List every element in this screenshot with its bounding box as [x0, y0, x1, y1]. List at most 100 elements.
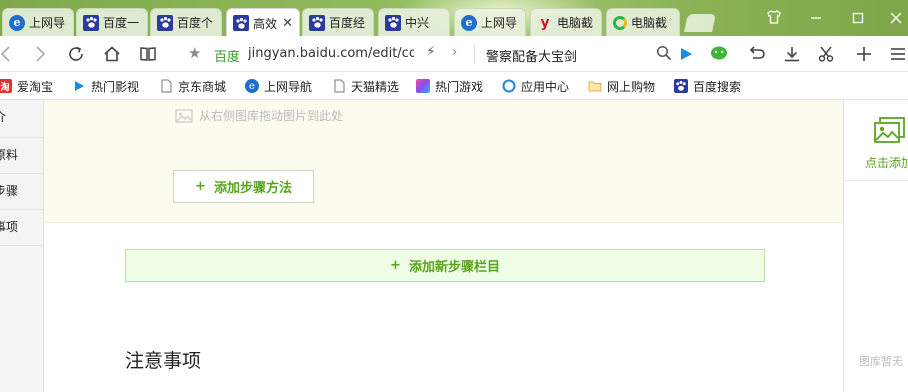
nav-item-intro[interactable]: 介: [0, 100, 43, 138]
image-drop-zone[interactable]: 从右侧图库拖动图片到此处: [175, 107, 343, 124]
tab-title: 中兴: [405, 16, 430, 30]
notes-heading: 注意事项: [125, 350, 202, 372]
gallery-add-area[interactable]: 点击添加: [844, 100, 908, 181]
tab-title: 百度个: [177, 16, 214, 30]
tab-title: 百度经: [329, 16, 366, 30]
gallery-icon: [874, 117, 905, 143]
add-step-method-button[interactable]: + 添加步骤方法: [173, 170, 314, 203]
plus-icon: +: [195, 179, 206, 194]
play-icon: [72, 79, 86, 93]
scissors-icon[interactable]: [814, 42, 838, 66]
baidu-paw-icon: [83, 14, 99, 31]
tab-5[interactable]: 百度经: [302, 8, 374, 36]
add-method-label: 添加步骤方法: [213, 181, 292, 196]
bookmark-item[interactable]: 应用中心: [502, 78, 569, 94]
click-add-label: 点击添加: [865, 156, 908, 170]
bookmark-item[interactable]: 天猫精选: [332, 78, 399, 94]
search-icon[interactable]: [656, 45, 672, 64]
address-bar-url[interactable]: jingyan.baidu.com/edit/con: [248, 46, 414, 61]
forward-icon[interactable]: [28, 42, 52, 66]
wechat-icon[interactable]: [708, 42, 732, 66]
ie-icon: e: [9, 14, 25, 31]
add-step-label: 添加新步骤栏目: [408, 260, 500, 275]
baidu-paw-icon: [309, 14, 325, 31]
gallery-empty-label: 图库暂无: [859, 355, 903, 368]
bookmark-item[interactable]: e 上网导航: [245, 78, 312, 94]
tab-title: 电脑截: [631, 16, 668, 30]
tab-9[interactable]: 电脑截: [606, 8, 680, 36]
skin-shirt-icon[interactable]: [764, 9, 784, 29]
ie-icon: e: [461, 14, 477, 31]
baidu-paw-icon: [385, 14, 401, 31]
home-icon[interactable]: [100, 42, 124, 66]
tab-3[interactable]: 百度个: [150, 8, 222, 36]
bookmark-item[interactable]: 网上购物: [588, 78, 655, 94]
bookmark-label: 应用中心: [521, 79, 570, 94]
y-logo-icon: y: [540, 14, 550, 31]
lightning-icon[interactable]: ⚡: [426, 44, 436, 60]
close-window-icon[interactable]: [886, 9, 906, 29]
refresh-icon[interactable]: [64, 42, 88, 66]
app-center-icon: [502, 79, 516, 93]
green-circle-icon: [613, 15, 627, 30]
page-icon: [332, 79, 346, 93]
tab-8[interactable]: y 电脑截: [530, 8, 602, 36]
folder-icon: [588, 79, 602, 93]
bookmark-item[interactable]: 京东商城: [159, 78, 226, 94]
bookmark-item[interactable]: 百度搜索: [674, 78, 741, 94]
ie-icon: e: [245, 79, 259, 93]
bookmark-label: 热门游戏: [435, 79, 484, 94]
nav-item-steps[interactable]: 步骤: [0, 174, 43, 210]
divider: [474, 44, 475, 64]
chevron-right-icon[interactable]: ›: [452, 45, 457, 60]
tab-title: 上网导: [29, 16, 66, 30]
navigation-toolbar: ★ 百度 jingyan.baidu.com/edit/con ⚡ › 警察配备…: [0, 36, 908, 72]
bookmark-label: 热门影视: [91, 79, 140, 94]
bookmark-label: 上网导航: [264, 79, 313, 94]
minimize-icon[interactable]: [806, 9, 826, 29]
add-new-step-section-button[interactable]: + 添加新步骤栏目: [125, 249, 765, 282]
tab-title: 高效: [253, 16, 278, 31]
game-icon: [416, 79, 430, 93]
image-icon: [175, 108, 193, 123]
undo-icon[interactable]: [744, 42, 768, 66]
image-gallery-panel: 点击添加 图库暂无: [843, 100, 908, 392]
close-tab-icon[interactable]: ✕: [279, 16, 293, 31]
tab-6[interactable]: 中兴: [378, 8, 450, 36]
tab-strip: e 上网导 百度一 百度个 高效 ✕ 百度经 中兴 e 上网导 y 电脑截 电脑…: [0, 0, 908, 37]
step-editor-area: 从右侧图库拖动图片到此处 + 添加步骤方法: [45, 100, 843, 223]
plus-icon: +: [390, 258, 401, 273]
baidu-paw-icon: [233, 15, 249, 31]
baidu-paw-icon: [157, 14, 173, 31]
nav-item-notes[interactable]: 事项: [0, 210, 43, 246]
bookmark-label: 百度搜索: [693, 79, 742, 94]
tab-title: 电脑截: [557, 16, 594, 30]
nav-item-materials[interactable]: 原料: [0, 138, 43, 174]
tab-title: 上网导: [481, 16, 518, 30]
tab-1[interactable]: e 上网导: [2, 8, 74, 36]
section-nav: 介 原料 步骤 事项: [0, 100, 44, 392]
tab-active[interactable]: 高效 ✕: [226, 8, 300, 37]
search-engine-icon[interactable]: [674, 42, 698, 66]
taobao-icon: 淘: [0, 79, 12, 93]
tab-title: 百度一: [103, 16, 140, 30]
bookmark-item[interactable]: 热门游戏: [416, 78, 483, 94]
download-icon[interactable]: [780, 42, 804, 66]
bookmark-item[interactable]: 淘 爱淘宝: [0, 78, 53, 94]
search-input[interactable]: 警察配备大宝剑: [486, 46, 577, 65]
plus-icon[interactable]: [852, 42, 876, 66]
reading-mode-icon[interactable]: [136, 42, 160, 66]
new-tab-button[interactable]: [684, 14, 716, 32]
tab-7[interactable]: e 上网导: [454, 8, 526, 36]
page-icon: [159, 79, 173, 93]
tab-2[interactable]: 百度一: [76, 8, 148, 36]
star-icon[interactable]: ★: [188, 44, 201, 62]
bookmark-label: 爱淘宝: [17, 79, 54, 94]
bookmark-label: 天猫精选: [351, 79, 400, 94]
maximize-icon[interactable]: [848, 9, 868, 29]
menu-icon[interactable]: [886, 42, 908, 66]
back-icon[interactable]: [0, 42, 18, 66]
bookmark-label: 网上购物: [607, 79, 656, 94]
bookmark-label: 京东商城: [178, 79, 227, 94]
bookmark-item[interactable]: 热门影视: [72, 78, 139, 94]
